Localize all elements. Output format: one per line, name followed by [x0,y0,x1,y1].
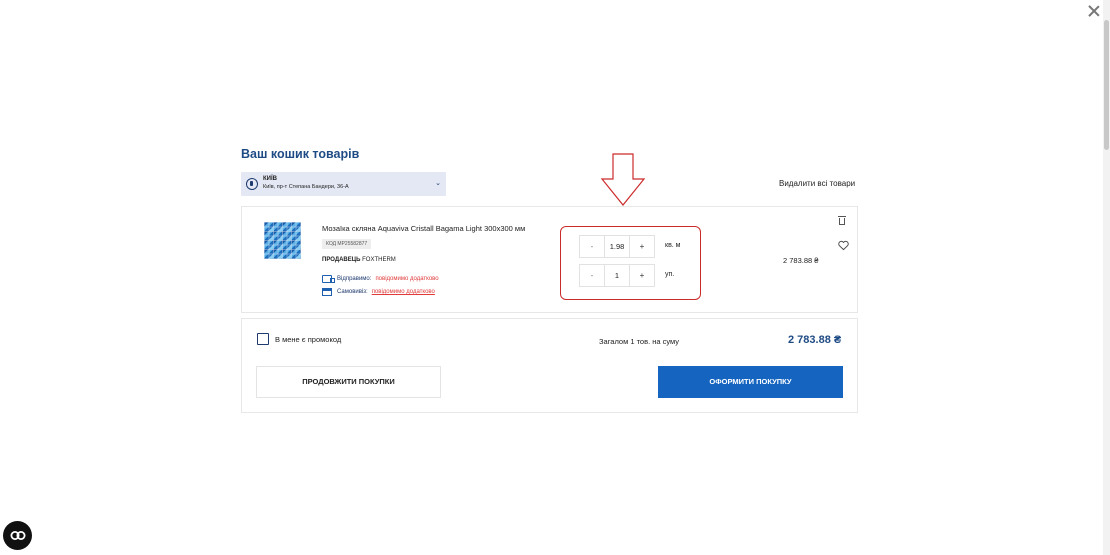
pickup-label: Самовивіз: [337,289,368,295]
store-city: КИЇВ [263,176,277,182]
shipping-label: Відправимо: [337,276,372,282]
heart-icon[interactable] [838,240,849,251]
area-increment-button[interactable]: + [630,236,654,257]
product-code: КОД MP25582877 [322,239,372,249]
quantity-highlight: - 1.98 + кв. м - 1 + уп. [560,226,701,300]
shipping-row: Відправимо: повідомимо додатково [322,275,439,283]
page-title: Ваш кошик товарів [241,147,360,161]
continue-shopping-button[interactable]: ПРОДОВЖИТИ ПОКУПКИ [256,366,441,398]
scrollbar-thumb[interactable] [1104,20,1109,150]
total-value: 2 783.88 ₴ [788,334,842,346]
pack-increment-button[interactable]: + [630,265,654,286]
store-pickup-icon [322,288,332,296]
promo-label[interactable]: В мене є промокод [275,335,341,344]
chevron-down-icon: ⌄ [435,180,441,187]
product-name[interactable]: Мозаїка скляна Aquaviva Cristall Bagama … [322,224,525,233]
cart-item: Мозаїка скляна Aquaviva Cristall Bagama … [241,206,858,313]
pickup-row: Самовивіз: повідомимо додатково [322,288,435,296]
truck-icon [322,275,335,283]
seller-name: FOXTHERM [362,257,396,263]
store-location-icon [246,178,258,190]
shipping-value: повідомимо додатково [375,276,439,282]
accessibility-button[interactable] [3,521,32,550]
accessibility-icon [10,531,26,540]
close-icon[interactable] [1087,4,1101,18]
seller-label: ПРОДАВЕЦЬ [322,257,361,263]
order-summary: В мене є промокод Загалом 1 тов. на суму… [241,318,858,413]
pack-unit-label: уп. [665,271,675,278]
down-arrow-annotation [600,153,646,206]
trash-icon[interactable] [838,216,846,225]
promo-checkbox[interactable] [257,333,269,345]
area-unit-label: кв. м [665,242,681,249]
area-quantity-input[interactable]: 1.98 [604,236,630,257]
pack-quantity-stepper: - 1 + [579,264,655,287]
seller-info: ПРОДАВЕЦЬ FOXTHERM [322,257,396,263]
area-quantity-stepper: - 1.98 + [579,235,655,258]
area-decrement-button[interactable]: - [580,236,604,257]
store-address: Київ, пр-т Степана Бандери, 36-А [263,184,349,190]
pack-decrement-button[interactable]: - [580,265,604,286]
total-label: Загалом 1 тов. на суму [599,337,680,346]
pickup-value-link[interactable]: повідомимо додатково [372,289,435,295]
delete-all-button[interactable]: Видалити всі товари [779,179,855,188]
store-selector[interactable]: КИЇВ Київ, пр-т Степана Бандери, 36-А ⌄ [241,172,446,196]
scrollbar[interactable] [1103,0,1110,555]
item-price: 2 783.88 ₴ [783,256,819,265]
product-image[interactable] [264,222,301,259]
pack-quantity-input[interactable]: 1 [604,265,630,286]
checkout-button[interactable]: ОФОРМИТИ ПОКУПКУ [658,366,843,398]
